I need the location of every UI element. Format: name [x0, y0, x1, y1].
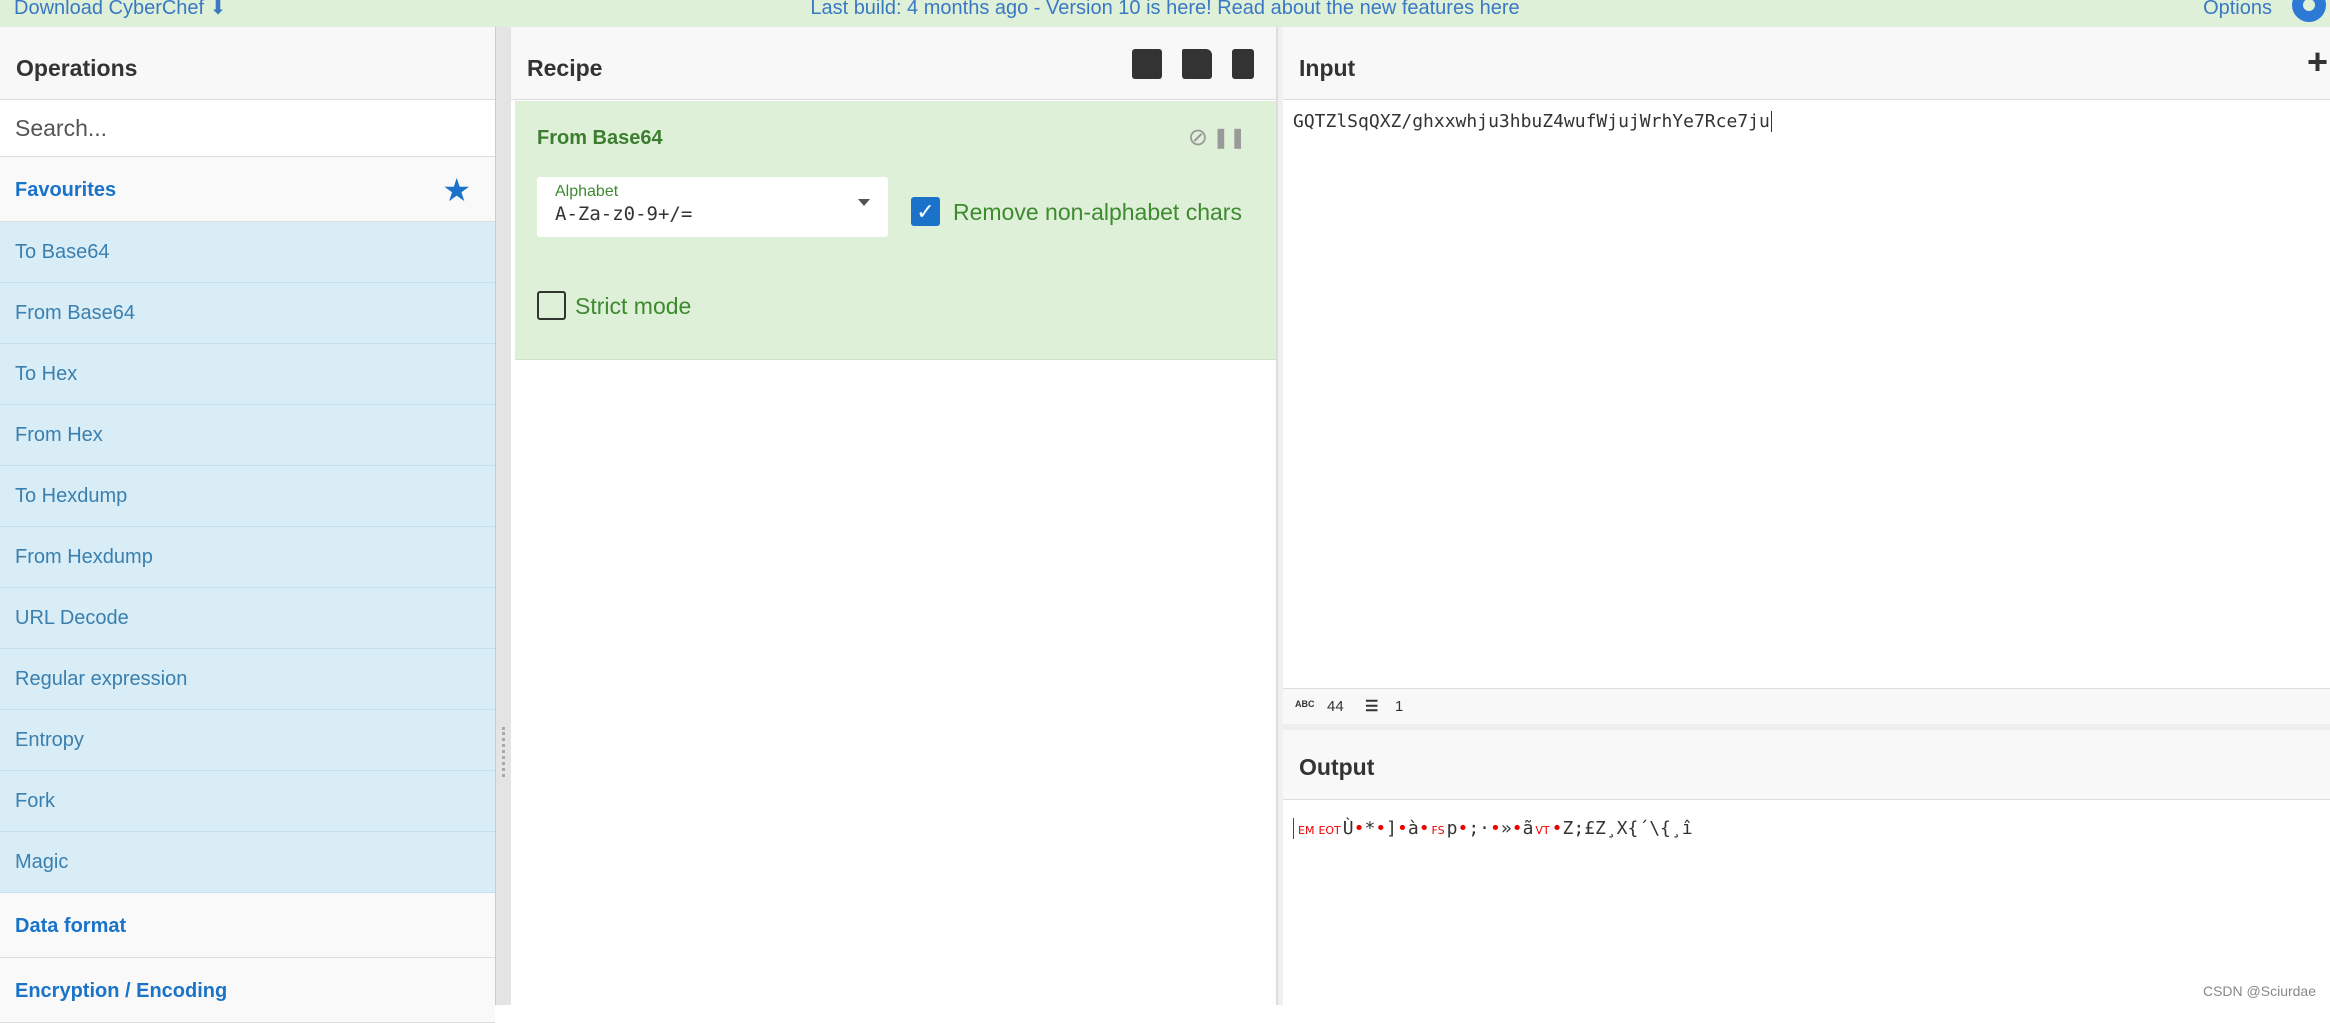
unprintable-char: • [1490, 818, 1501, 839]
unprintable-char: • [1418, 818, 1430, 839]
watermark: CSDN @Sciurdae [2202, 983, 2316, 999]
category-encryption-encoding[interactable]: Encryption / Encoding [0, 958, 495, 1023]
disable-icon[interactable]: ⊘ [1188, 123, 1208, 152]
input-lines: 1 [1395, 698, 1404, 715]
output-chars: Z;£Z¸X{´\{¸î [1562, 818, 1693, 839]
alphabet-value: A-Za-z0-9+/= [555, 203, 693, 225]
operation-item[interactable]: Regular expression [0, 649, 495, 710]
output-chars: ] [1386, 818, 1397, 839]
control-char: EM [1298, 824, 1315, 837]
unprintable-char: • [1353, 818, 1365, 839]
gear-icon[interactable] [2292, 0, 2326, 22]
output-header: Output [1283, 730, 2330, 800]
input-textarea[interactable]: GQTZlSqQXZ/ghxxwhju3hbuZ4wufWjujWrhYe7Rc… [1293, 111, 1772, 132]
output-chars: ;· [1468, 818, 1491, 839]
recipe-operation-from-base64: From Base64 ⊘ ❚❚ Alphabet A-Za-z0-9+/= ✓… [515, 101, 1276, 360]
output-chars: p [1446, 818, 1458, 839]
operations-panel: Operations Favourites ★ To Base64From Bas… [0, 27, 495, 1023]
remove-non-alphabet-checkbox[interactable]: ✓ [911, 197, 940, 226]
output-text[interactable]: EM EOT Ù•*•]•à• FS p•;·•»•ã VT •Z;£Z¸X{´\{¸î [1293, 818, 1693, 839]
options-button[interactable]: Options [2203, 0, 2272, 18]
category-favourites[interactable]: Favourites ★ [0, 157, 495, 222]
top-banner: Download CyberChef ⬇ Last build: 4 month… [0, 0, 2330, 27]
recipe-title: Recipe [527, 55, 603, 81]
output-panel: Output EM EOT Ù•*•]•à• FS p•;·•»•ã VT •Z;£Z¸X{… [1283, 724, 2330, 1005]
control-char: EOT [1318, 824, 1341, 837]
recipe-header: Recipe [511, 27, 1276, 100]
search-input[interactable] [15, 114, 480, 142]
input-title: Input [1299, 55, 1356, 81]
input-panel: Input + GQTZlSqQXZ/ghxxwhju3hbuZ4wufWjujW… [1283, 27, 2330, 688]
unprintable-char: • [1511, 818, 1523, 839]
save-icon[interactable] [1132, 49, 1162, 79]
add-tab-icon[interactable]: + [2307, 41, 2328, 83]
operations-title: Operations [0, 27, 495, 100]
chevron-down-icon [858, 199, 870, 212]
operation-item[interactable]: To Base64 [0, 222, 495, 283]
control-char: FS [1431, 824, 1445, 837]
trash-icon[interactable] [1232, 49, 1254, 79]
operation-item[interactable]: To Hex [0, 344, 495, 405]
favourites-label: Favourites [15, 179, 117, 201]
category-data-format[interactable]: Data format [0, 893, 495, 958]
length-icon: ABC [1295, 699, 1315, 709]
operation-item[interactable]: To Hexdump [0, 466, 495, 527]
strict-mode-label: Strict mode [575, 293, 692, 319]
operation-item[interactable]: Entropy [0, 710, 495, 771]
alphabet-label: Alphabet [555, 183, 619, 200]
folder-icon[interactable] [1182, 49, 1212, 79]
unprintable-char: • [1375, 818, 1387, 839]
unprintable-char: • [1457, 818, 1469, 839]
control-char: VT [1535, 824, 1550, 837]
operation-title: From Base64 [537, 127, 663, 149]
output-chars: à [1407, 818, 1419, 839]
output-chars: ã [1522, 818, 1534, 839]
unprintable-char: • [1551, 818, 1563, 839]
input-status-bar: ABC 44 ☰ 1 [1283, 688, 2330, 724]
lines-icon: ☰ [1365, 698, 1379, 715]
build-message: Last build: 4 months ago - Version 10 is… [0, 0, 2330, 18]
star-icon: ★ [442, 172, 471, 208]
operation-item[interactable]: From Hex [0, 405, 495, 466]
remove-non-alphabet-label: Remove non-alphabet chars [953, 199, 1242, 225]
input-header: Input + [1283, 27, 2330, 100]
output-chars: » [1500, 818, 1512, 839]
operation-item[interactable]: Magic [0, 832, 495, 893]
operation-item[interactable]: From Base64 [0, 283, 495, 344]
output-chars: Ù [1342, 818, 1354, 839]
alphabet-select[interactable]: Alphabet A-Za-z0-9+/= [537, 177, 888, 237]
pause-icon[interactable]: ❚❚ [1212, 125, 1246, 150]
features-link[interactable]: here [1480, 0, 1520, 19]
output-chars: * [1364, 818, 1376, 839]
input-length: 44 [1327, 698, 1344, 715]
build-message-text: Last build: 4 months ago - Version 10 is… [810, 0, 1480, 19]
operation-item[interactable]: URL Decode [0, 588, 495, 649]
operation-item[interactable]: From Hexdump [0, 527, 495, 588]
recipe-panel: Recipe From Base64 ⊘ ❚❚ Alphabet A-Za-z0… [511, 27, 1277, 1005]
strict-mode-checkbox[interactable] [537, 291, 566, 320]
panel-resize-handle[interactable] [495, 27, 511, 1005]
unprintable-char: • [1397, 818, 1408, 839]
output-title: Output [1299, 754, 1375, 780]
operation-item[interactable]: Fork [0, 771, 495, 832]
